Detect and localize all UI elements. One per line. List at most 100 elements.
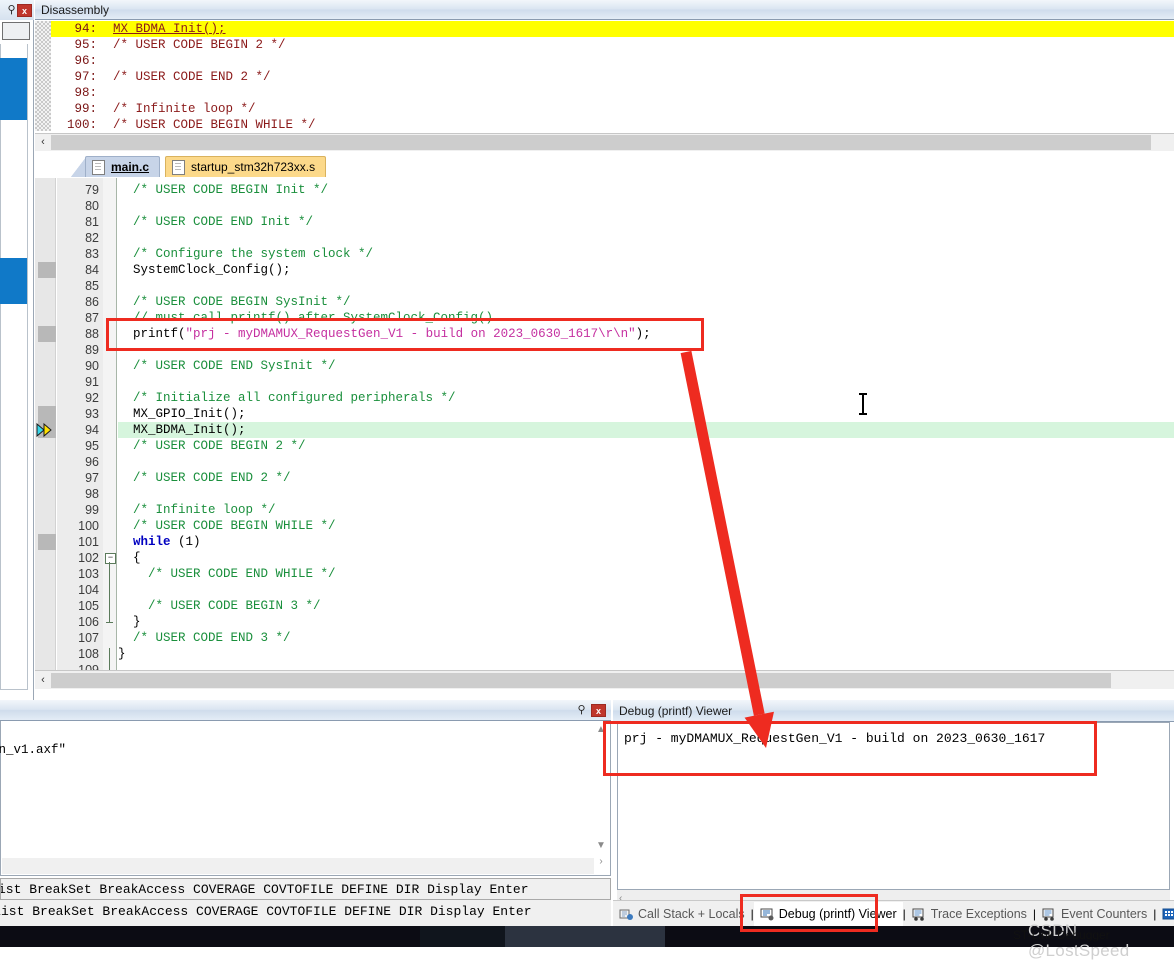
code-token-plain: MX_BDMA_Init(); — [118, 423, 246, 437]
line-number: 104 — [78, 583, 99, 597]
scroll-down-icon[interactable]: ▼ — [593, 838, 609, 854]
fold-line — [109, 648, 110, 670]
disassembly-line-number: 99: — [74, 102, 97, 116]
left-pane-titlebar: ⚲ x — [0, 0, 34, 20]
status-bar-segment-1 — [420, 926, 505, 947]
code-line[interactable] — [118, 486, 1174, 502]
scroll-right-icon[interactable]: › — [593, 854, 609, 870]
code-line[interactable] — [118, 230, 1174, 246]
editor-code-lines[interactable]: /* USER CODE BEGIN Init */ /* USER CODE … — [118, 178, 1174, 670]
code-line[interactable]: SystemClock_Config(); — [118, 262, 1174, 278]
fold-line — [106, 622, 113, 623]
fold-toggle-icon[interactable]: − — [105, 553, 116, 564]
status-bar — [0, 926, 1174, 947]
editor-breakpoint-gutter[interactable] — [35, 178, 56, 670]
line-number: 103 — [78, 567, 99, 581]
bottom-tab-label: Event Counters — [1061, 907, 1148, 921]
bottom-tab-trace-exceptions[interactable]: Trace Exceptions — [906, 902, 1033, 926]
bottom-tab-label: Call Stack + Locals — [638, 907, 745, 921]
code-line[interactable]: MX_GPIO_Init(); — [118, 406, 1174, 422]
line-number: 108 — [78, 647, 99, 661]
code-line[interactable] — [118, 662, 1174, 670]
call-stack-icon — [619, 908, 634, 921]
code-line[interactable]: /* USER CODE BEGIN 2 */ — [118, 438, 1174, 454]
bottom-tab-call-stack-locals[interactable]: Call Stack + Locals — [613, 902, 751, 926]
disassembly-line-number: 96: — [74, 54, 97, 68]
code-line[interactable]: /* USER CODE END 2 */ — [118, 470, 1174, 486]
left-pane-selection-1[interactable] — [0, 58, 27, 120]
text-cursor — [859, 393, 867, 415]
status-bar-segment-2 — [505, 926, 665, 947]
code-line[interactable] — [118, 582, 1174, 598]
modified-line-marker — [38, 326, 56, 342]
debugger-status-label: ST-Link Debugger — [1013, 928, 1110, 942]
line-number: 91 — [85, 375, 99, 389]
code-line[interactable] — [118, 278, 1174, 294]
modified-line-marker — [38, 262, 56, 278]
disassembly-line-code: /* USER CODE BEGIN 2 */ — [113, 38, 286, 52]
editor-text-area[interactable]: 79 80 81 82 83 84 85 86 87 88 89 90 91 92 93 94 95 96 97 98… — [35, 178, 1174, 670]
command-pane: ⚲ x estGen_v1.axf" ▲ ▼ › reakList BreakS… — [0, 700, 611, 900]
disassembly-line: 94: MX_BDMA_Init(); — [51, 21, 1174, 37]
document-icon — [172, 159, 185, 175]
editor-hscrollbar[interactable]: ‹ — [35, 670, 1174, 689]
line-number: 97 — [85, 471, 99, 485]
code-line[interactable]: /* USER CODE BEGIN 3 */ — [118, 598, 1174, 614]
code-line[interactable]: /* USER CODE END SysInit */ — [118, 358, 1174, 374]
code-token-comment: /* USER CODE BEGIN WHILE */ — [118, 519, 336, 533]
code-token-plain: } — [118, 647, 126, 661]
disassembly-hscrollbar[interactable]: ‹ — [35, 133, 1174, 151]
command-output[interactable]: estGen_v1.axf" ▲ ▼ › — [0, 721, 611, 876]
line-number: 87 — [85, 311, 99, 325]
code-line[interactable]: } — [118, 646, 1174, 662]
editor-tabstrip: main.c startup_stm32h723xx.s — [35, 154, 1174, 178]
left-pane-field[interactable] — [2, 22, 30, 40]
code-line[interactable] — [118, 198, 1174, 214]
line-number: 106 — [78, 615, 99, 629]
scroll-thumb[interactable] — [51, 135, 1151, 150]
line-number: 79 — [85, 183, 99, 197]
code-line[interactable]: /* Initialize all configured peripherals… — [118, 390, 1174, 406]
pin-icon[interactable]: ⚲ — [576, 704, 587, 716]
close-icon[interactable]: x — [17, 3, 32, 17]
scroll-left-icon[interactable]: ‹ — [35, 135, 51, 150]
code-line[interactable]: { — [118, 550, 1174, 566]
editor-fold-gutter[interactable]: − — [103, 178, 117, 670]
command-hscrollbar[interactable] — [2, 858, 594, 874]
scroll-left-icon[interactable]: ‹ — [35, 672, 51, 688]
tab-main-c[interactable]: main.c — [85, 156, 161, 177]
left-pane-selection-2[interactable] — [0, 258, 27, 304]
printf-source-highlight — [106, 318, 704, 351]
tab-startup-stm32h723xx-s[interactable]: startup_stm32h723xx.s — [165, 156, 327, 177]
code-token-comment: /* Infinite loop */ — [118, 503, 276, 517]
code-line[interactable]: /* USER CODE BEGIN Init */ — [118, 182, 1174, 198]
code-line[interactable] — [118, 454, 1174, 470]
disassembly-line-code: /* USER CODE BEGIN WHILE */ — [113, 118, 316, 131]
scroll-thumb[interactable] — [51, 672, 1111, 688]
command-pane-titlebar: ⚲ x — [0, 700, 611, 721]
disassembly-line-code: /* USER CODE END 2 */ — [113, 70, 271, 84]
pin-icon[interactable]: ⚲ — [6, 4, 17, 16]
disassembly-line: 95: /* USER CODE BEGIN 2 */ — [51, 37, 1174, 53]
code-line[interactable]: /* USER CODE END Init */ — [118, 214, 1174, 230]
event-counters-icon — [1042, 908, 1057, 921]
code-line[interactable]: /* Infinite loop */ — [118, 502, 1174, 518]
disassembly-line: 98: — [51, 85, 1174, 101]
disassembly-line-code: MX_BDMA_Init(); — [113, 22, 226, 36]
code-token-comment: /* USER CODE BEGIN SysInit */ — [118, 295, 351, 309]
disassembly-body[interactable]: 94: MX_BDMA_Init(); 95: /* USER CODE BEGIN … — [35, 21, 1174, 131]
line-number: 88 — [85, 327, 99, 341]
code-line[interactable]: /* Configure the system clock */ — [118, 246, 1174, 262]
modified-line-marker — [38, 534, 56, 550]
code-line[interactable]: /* USER CODE END 3 */ — [118, 630, 1174, 646]
code-line[interactable]: } — [118, 614, 1174, 630]
command-input[interactable]: reakList BreakSet BreakAccess COVERAGE C… — [0, 878, 611, 900]
code-line[interactable]: MX_BDMA_Init(); — [118, 422, 1174, 438]
code-line[interactable]: while (1) — [118, 534, 1174, 550]
code-line[interactable] — [118, 374, 1174, 390]
code-token-comment: /* USER CODE END 2 */ — [118, 471, 291, 485]
code-line[interactable]: /* USER CODE BEGIN SysInit */ — [118, 294, 1174, 310]
close-icon[interactable]: x — [591, 703, 606, 717]
code-line[interactable]: /* USER CODE END WHILE */ — [118, 566, 1174, 582]
code-line[interactable]: /* USER CODE BEGIN WHILE */ — [118, 518, 1174, 534]
